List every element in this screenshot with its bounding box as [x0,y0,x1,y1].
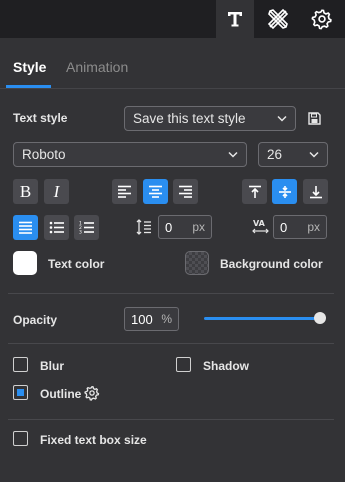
valign-bottom-button[interactable] [303,179,328,204]
save-style-button[interactable] [308,112,321,128]
align-center-button[interactable] [143,179,168,204]
bold-icon: B [19,181,32,201]
font-family-value: Roboto [22,147,66,162]
text-color-swatch[interactable] [13,251,37,275]
font-family-dropdown[interactable]: Roboto [13,142,247,167]
valign-top-button[interactable] [242,179,267,204]
top-toolbar [0,0,345,38]
shadow-checkbox[interactable] [176,357,191,372]
numbered-list-icon: 123 [79,221,94,235]
svg-text:VA: VA [253,219,266,228]
outline-checkbox[interactable] [13,385,28,400]
opacity-slider-track[interactable] [204,317,320,320]
valign-middle-icon [278,185,291,198]
section-divider [8,419,334,420]
chevron-down-icon [309,151,319,158]
align-center-icon [149,185,162,198]
shadow-label: Shadow [203,359,250,373]
opacity-value: 100 [131,311,153,327]
align-left-icon [118,185,131,198]
italic-icon: I [53,181,60,201]
align-justify-icon [19,221,32,234]
letter-spacing-icon: VA [252,218,269,238]
letter-spacing-input[interactable]: 0 px [273,215,327,239]
gear-icon [84,385,100,401]
valign-top-icon [248,185,261,198]
opacity-input[interactable]: 100 % [124,307,179,331]
fixed-box-label: Fixed text box size [40,433,147,447]
blur-label: Blur [40,359,64,373]
line-height-input[interactable]: 0 px [158,215,212,239]
opacity-slider-handle[interactable] [314,312,326,324]
tabs-divider [0,88,345,89]
align-right-button[interactable] [173,179,198,204]
text-color-label: Text color [48,257,105,271]
tab-style[interactable]: Style [13,59,46,75]
text-style-value: Save this text style [133,111,246,126]
section-divider [8,293,334,294]
edit-tool-button[interactable] [259,0,297,38]
tab-animation[interactable]: Animation [66,59,128,75]
line-height-icon [136,219,152,238]
chevron-down-icon [228,151,238,158]
fixed-box-checkbox[interactable] [13,431,28,446]
blur-checkbox[interactable] [13,357,28,372]
bullet-list-icon [49,221,64,234]
letter-spacing-value: 0 [280,219,288,235]
bold-button[interactable]: B [13,179,38,204]
background-color-swatch[interactable] [185,251,209,275]
opacity-label: Opacity [13,313,58,327]
section-divider [8,343,334,344]
text-style-dropdown[interactable]: Save this text style [124,106,296,131]
pencil-ruler-icon [267,8,289,30]
numbered-list-button[interactable]: 123 [74,215,99,240]
outline-settings-button[interactable] [84,385,100,404]
panel-tabs: Style Animation [0,50,345,88]
line-height-unit: px [192,220,205,234]
line-height-value: 0 [165,219,173,235]
italic-button[interactable]: I [44,179,69,204]
letter-spacing-unit: px [307,220,320,234]
bullet-list-button[interactable] [44,215,69,240]
font-size-dropdown[interactable]: 26 [258,142,328,167]
settings-tool-button[interactable] [303,0,341,38]
valign-middle-button[interactable] [272,179,297,204]
text-style-label: Text style [13,111,68,125]
text-tool-button[interactable] [216,0,254,38]
svg-text:3: 3 [79,230,82,235]
chevron-down-icon [277,115,287,122]
gear-icon [311,9,332,30]
background-color-label: Background color [220,257,323,271]
opacity-unit: % [161,312,172,326]
align-left-button[interactable] [112,179,137,204]
justify-button[interactable] [13,215,38,240]
text-T-icon [228,12,242,27]
valign-bottom-icon [309,185,322,198]
outline-label: Outline [40,387,82,401]
align-right-icon [179,185,192,198]
floppy-save-icon [308,112,321,125]
